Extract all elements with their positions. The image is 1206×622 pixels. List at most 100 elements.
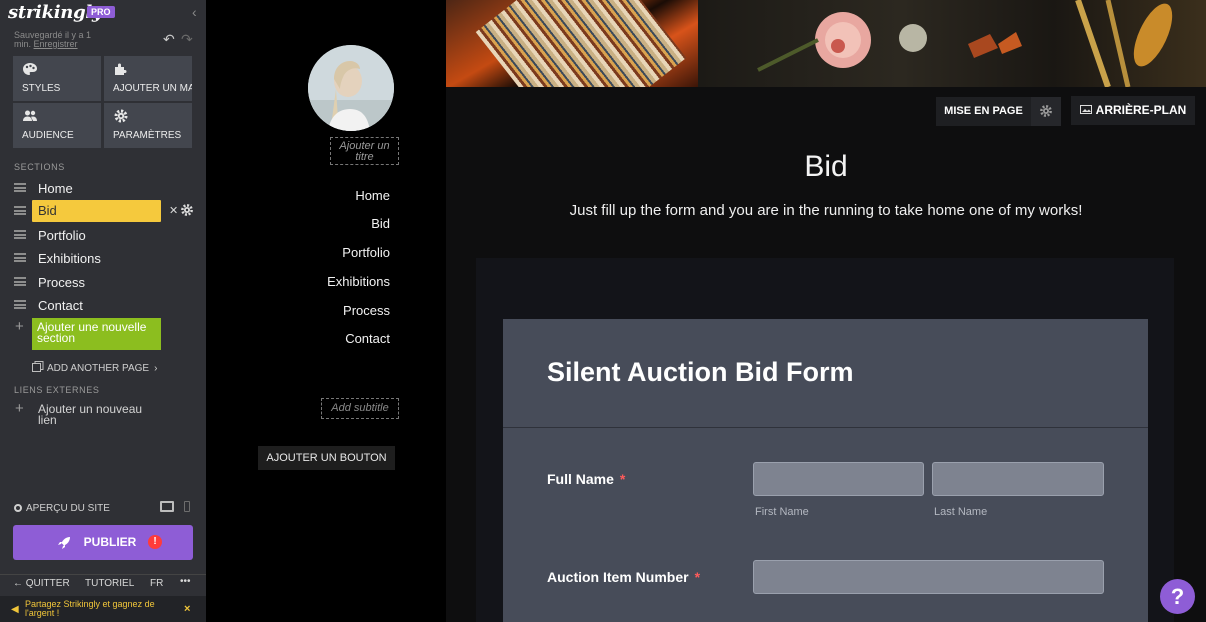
alert-icon: ! — [148, 535, 162, 549]
collapse-sidebar-icon[interactable]: ‹ — [192, 4, 197, 20]
audience-tool-button[interactable]: AUDIENCE — [13, 103, 101, 148]
first-name-hint: First Name — [755, 506, 809, 518]
still-life-artwork — [698, 0, 1206, 87]
sections-heading: SECTIONS — [14, 162, 65, 172]
gear-icon — [114, 109, 128, 123]
tutorial-button[interactable]: TUTORIEL — [85, 578, 134, 589]
drag-handle-icon[interactable] — [14, 206, 26, 215]
drag-handle-icon[interactable] — [14, 300, 26, 309]
undo-icon[interactable]: ↶ — [163, 31, 175, 48]
last-name-hint: Last Name — [934, 506, 988, 518]
drag-handle-icon[interactable] — [14, 183, 26, 192]
fabric-artwork — [446, 0, 698, 87]
profile-photo — [308, 45, 394, 131]
divider — [503, 427, 1148, 428]
field-label-text: Full Name — [547, 471, 614, 487]
section-subheading[interactable]: Just fill up the form and you are in the… — [446, 202, 1206, 219]
megaphone-icon: ◀ — [11, 604, 19, 615]
section-item-home[interactable]: Home — [14, 177, 194, 199]
drag-handle-icon[interactable] — [14, 277, 26, 286]
image-icon — [1079, 105, 1092, 114]
close-icon[interactable]: ✕ — [169, 204, 178, 217]
section-item-process[interactable]: Process — [14, 271, 194, 293]
pro-badge: PRO — [87, 6, 115, 18]
section-label: Exhibitions — [38, 251, 101, 266]
drag-handle-icon[interactable] — [14, 230, 26, 239]
form-title: Silent Auction Bid Form — [547, 357, 854, 387]
full-name-label: Full Name * — [547, 471, 625, 487]
add-app-tool-button[interactable]: AJOUTER UN MA — [104, 56, 192, 101]
styles-tool-button[interactable]: STYLES — [13, 56, 101, 101]
site-nav-link-exhibitions[interactable]: Exhibitions — [327, 274, 390, 289]
plus-icon: + — [15, 400, 24, 417]
publish-label: PUBLIER — [83, 535, 137, 549]
section-label: Home — [38, 181, 73, 196]
language-button[interactable]: FR — [150, 578, 163, 589]
site-nav-link-portfolio[interactable]: Portfolio — [342, 245, 390, 260]
site-preview-button[interactable]: APERÇU DU SITE — [14, 503, 110, 514]
divider — [0, 574, 206, 575]
editor-sidebar: strikingly PRO ‹ Sauvegardé il y a 1 min… — [0, 0, 206, 622]
add-section-button[interactable]: Ajouter une nouvelle section — [32, 318, 161, 350]
add-link-button[interactable]: Ajouter un nouveau lien — [38, 403, 158, 426]
section-label: Contact — [38, 298, 83, 313]
arrow-left-icon: ← — [13, 578, 26, 589]
more-menu-button[interactable]: ••• — [180, 576, 191, 587]
rocket-icon — [58, 537, 70, 549]
external-links-heading: LIENS EXTERNES — [14, 385, 100, 395]
pages-icon — [32, 361, 44, 372]
profile-avatar[interactable] — [308, 45, 394, 131]
help-button[interactable]: ? — [1160, 579, 1195, 614]
desktop-view-icon[interactable] — [160, 501, 174, 512]
section-item-portfolio[interactable]: Portfolio — [14, 224, 194, 246]
section-item-contact[interactable]: Contact — [14, 294, 194, 316]
puzzle-icon — [115, 63, 127, 75]
referral-text: Partagez Strikingly et gagnez de l'argen… — [25, 599, 155, 618]
redo-icon[interactable]: ↷ — [181, 31, 193, 48]
styles-label: STYLES — [22, 83, 61, 94]
site-navigation-column: Ajouter un titre Home Bid Portfolio Exhi… — [206, 0, 446, 622]
required-marker: * — [694, 569, 701, 585]
audience-label: AUDIENCE — [22, 130, 74, 141]
site-nav-link-bid[interactable]: Bid — [371, 216, 390, 231]
preview-label: APERÇU DU SITE — [26, 503, 110, 514]
add-button-button[interactable]: AJOUTER UN BOUTON — [258, 446, 395, 470]
section-item-exhibitions[interactable]: Exhibitions — [14, 247, 194, 269]
gear-icon[interactable] — [180, 203, 194, 217]
still-life-painting — [757, 0, 1173, 87]
page-content: MISE EN PAGE ARRIÈRE-PLAN Bid Just fill … — [446, 0, 1206, 622]
add-title-placeholder[interactable]: Ajouter un titre — [330, 137, 399, 165]
quit-button[interactable]: ← QUITTER — [13, 578, 70, 589]
add-subtitle-placeholder[interactable]: Add subtitle — [321, 398, 399, 419]
section-heading[interactable]: Bid — [446, 150, 1206, 184]
first-name-input[interactable] — [753, 462, 924, 496]
publish-button[interactable]: PUBLIER ! — [13, 525, 193, 560]
layout-button[interactable]: MISE EN PAGE — [936, 97, 1031, 126]
section-label: Process — [38, 275, 85, 290]
required-marker: * — [619, 471, 626, 487]
section-settings-button[interactable] — [1031, 97, 1061, 126]
site-nav-link-contact[interactable]: Contact — [345, 331, 390, 346]
search-icon — [14, 504, 22, 512]
users-icon — [23, 110, 37, 121]
referral-banner[interactable]: ◀ Partagez Strikingly et gagnez de l'arg… — [0, 596, 206, 622]
gear-icon — [1040, 105, 1052, 117]
add-page-label: ADD ANOTHER PAGE — [47, 363, 150, 374]
mobile-view-icon[interactable] — [184, 501, 190, 512]
bid-form: Silent Auction Bid Form Full Name * First… — [503, 319, 1148, 622]
add-app-label: AJOUTER UN MA — [113, 83, 192, 94]
drag-handle-icon[interactable] — [14, 253, 26, 262]
save-status: Sauvegardé il y a 1 min. Enregistrer — [14, 31, 104, 49]
chevron-right-icon: › — [154, 363, 158, 374]
background-button[interactable]: ARRIÈRE-PLAN — [1071, 96, 1195, 125]
banner-image — [446, 0, 1206, 87]
section-item-bid[interactable]: Bid ✕ — [14, 200, 194, 222]
last-name-input[interactable] — [932, 462, 1104, 496]
site-nav-link-process[interactable]: Process — [343, 303, 390, 318]
auction-item-number-input[interactable] — [753, 560, 1104, 594]
settings-tool-button[interactable]: PARAMÈTRES — [104, 103, 192, 148]
site-nav-link-home[interactable]: Home — [355, 188, 390, 203]
add-page-button[interactable]: ADD ANOTHER PAGE › — [32, 361, 157, 374]
save-link[interactable]: Enregistrer — [34, 39, 78, 49]
close-icon[interactable]: × — [184, 603, 190, 615]
